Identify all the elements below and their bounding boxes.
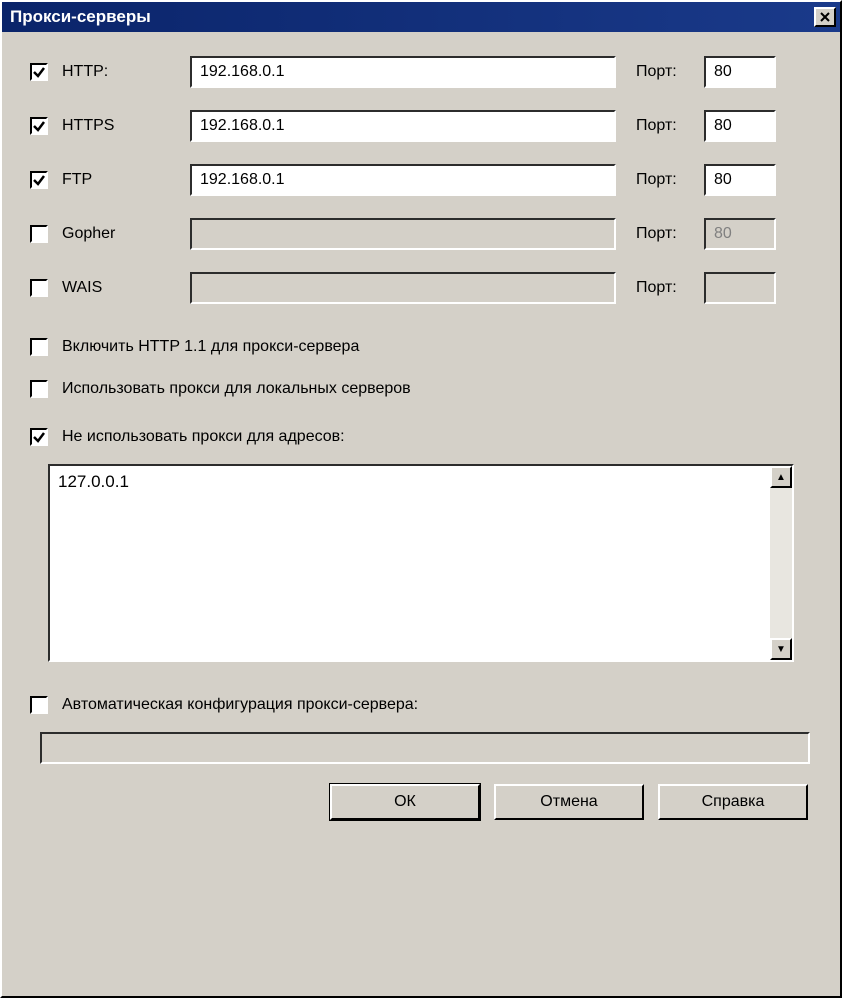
http-checkbox[interactable] <box>30 63 48 81</box>
no-proxy-checkbox[interactable] <box>30 428 48 446</box>
cancel-button[interactable]: Отмена <box>494 784 644 820</box>
http-port-label: Порт: <box>636 63 704 81</box>
http-label: HTTP: <box>62 63 108 81</box>
wais-port-input[interactable] <box>704 272 776 304</box>
ftp-port-input[interactable] <box>704 164 776 196</box>
scroll-track[interactable] <box>770 488 792 638</box>
https-label: HTTPS <box>62 117 114 135</box>
http11-row: Включить HTTP 1.1 для прокси-сервера <box>30 338 812 356</box>
close-button[interactable] <box>814 7 836 27</box>
auto-config-label: Автоматическая конфигурация прокси-серве… <box>62 696 418 714</box>
wais-host-input[interactable] <box>190 272 616 304</box>
window-title: Прокси-серверы <box>10 7 814 27</box>
gopher-port-label: Порт: <box>636 225 704 243</box>
no-proxy-list-wrap: ▲ ▼ <box>48 464 794 662</box>
proxy-rows: HTTP: Порт: HTTPS Порт: <box>30 56 812 304</box>
https-port-input[interactable] <box>704 110 776 142</box>
use-local-checkbox[interactable] <box>30 380 48 398</box>
use-local-row: Использовать прокси для локальных сервер… <box>30 380 812 398</box>
http-port-input[interactable] <box>704 56 776 88</box>
ftp-host-input[interactable] <box>190 164 616 196</box>
http11-label: Включить HTTP 1.1 для прокси-сервера <box>62 338 359 356</box>
proxy-row-gopher: Gopher Порт: <box>30 218 812 250</box>
scrollbar[interactable]: ▲ ▼ <box>770 466 792 660</box>
wais-port-label: Порт: <box>636 279 704 297</box>
https-port-label: Порт: <box>636 117 704 135</box>
ftp-label: FTP <box>62 171 92 189</box>
http-host-input[interactable] <box>190 56 616 88</box>
wais-checkbox[interactable] <box>30 279 48 297</box>
auto-config-checkbox[interactable] <box>30 696 48 714</box>
proxy-row-https: HTTPS Порт: <box>30 110 812 142</box>
options-block: Включить HTTP 1.1 для прокси-сервера Исп… <box>30 338 812 398</box>
no-proxy-label: Не использовать прокси для адресов: <box>62 428 345 446</box>
use-local-label: Использовать прокси для локальных сервер… <box>62 380 411 398</box>
gopher-checkbox[interactable] <box>30 225 48 243</box>
ftp-port-label: Порт: <box>636 171 704 189</box>
proxy-dialog: Прокси-серверы HTTP: Порт: <box>0 0 842 998</box>
wais-label: WAIS <box>62 279 102 297</box>
button-bar: ОК Отмена Справка <box>30 784 812 820</box>
ok-button[interactable]: ОК <box>330 784 480 820</box>
proxy-row-http: HTTP: Порт: <box>30 56 812 88</box>
https-host-input[interactable] <box>190 110 616 142</box>
http11-checkbox[interactable] <box>30 338 48 356</box>
https-checkbox[interactable] <box>30 117 48 135</box>
dialog-content: HTTP: Порт: HTTPS Порт: <box>2 32 840 996</box>
no-proxy-textarea[interactable] <box>50 466 770 660</box>
scroll-down-icon[interactable]: ▼ <box>770 638 792 660</box>
gopher-port-input[interactable] <box>704 218 776 250</box>
no-proxy-row: Не использовать прокси для адресов: <box>30 428 812 446</box>
gopher-host-input[interactable] <box>190 218 616 250</box>
proxy-row-ftp: FTP Порт: <box>30 164 812 196</box>
auto-config-url-input[interactable] <box>40 732 810 764</box>
proxy-row-wais: WAIS Порт: <box>30 272 812 304</box>
help-button[interactable]: Справка <box>658 784 808 820</box>
gopher-label: Gopher <box>62 225 115 243</box>
scroll-up-icon[interactable]: ▲ <box>770 466 792 488</box>
auto-config-row: Автоматическая конфигурация прокси-серве… <box>30 696 812 714</box>
ftp-checkbox[interactable] <box>30 171 48 189</box>
titlebar: Прокси-серверы <box>2 2 840 32</box>
